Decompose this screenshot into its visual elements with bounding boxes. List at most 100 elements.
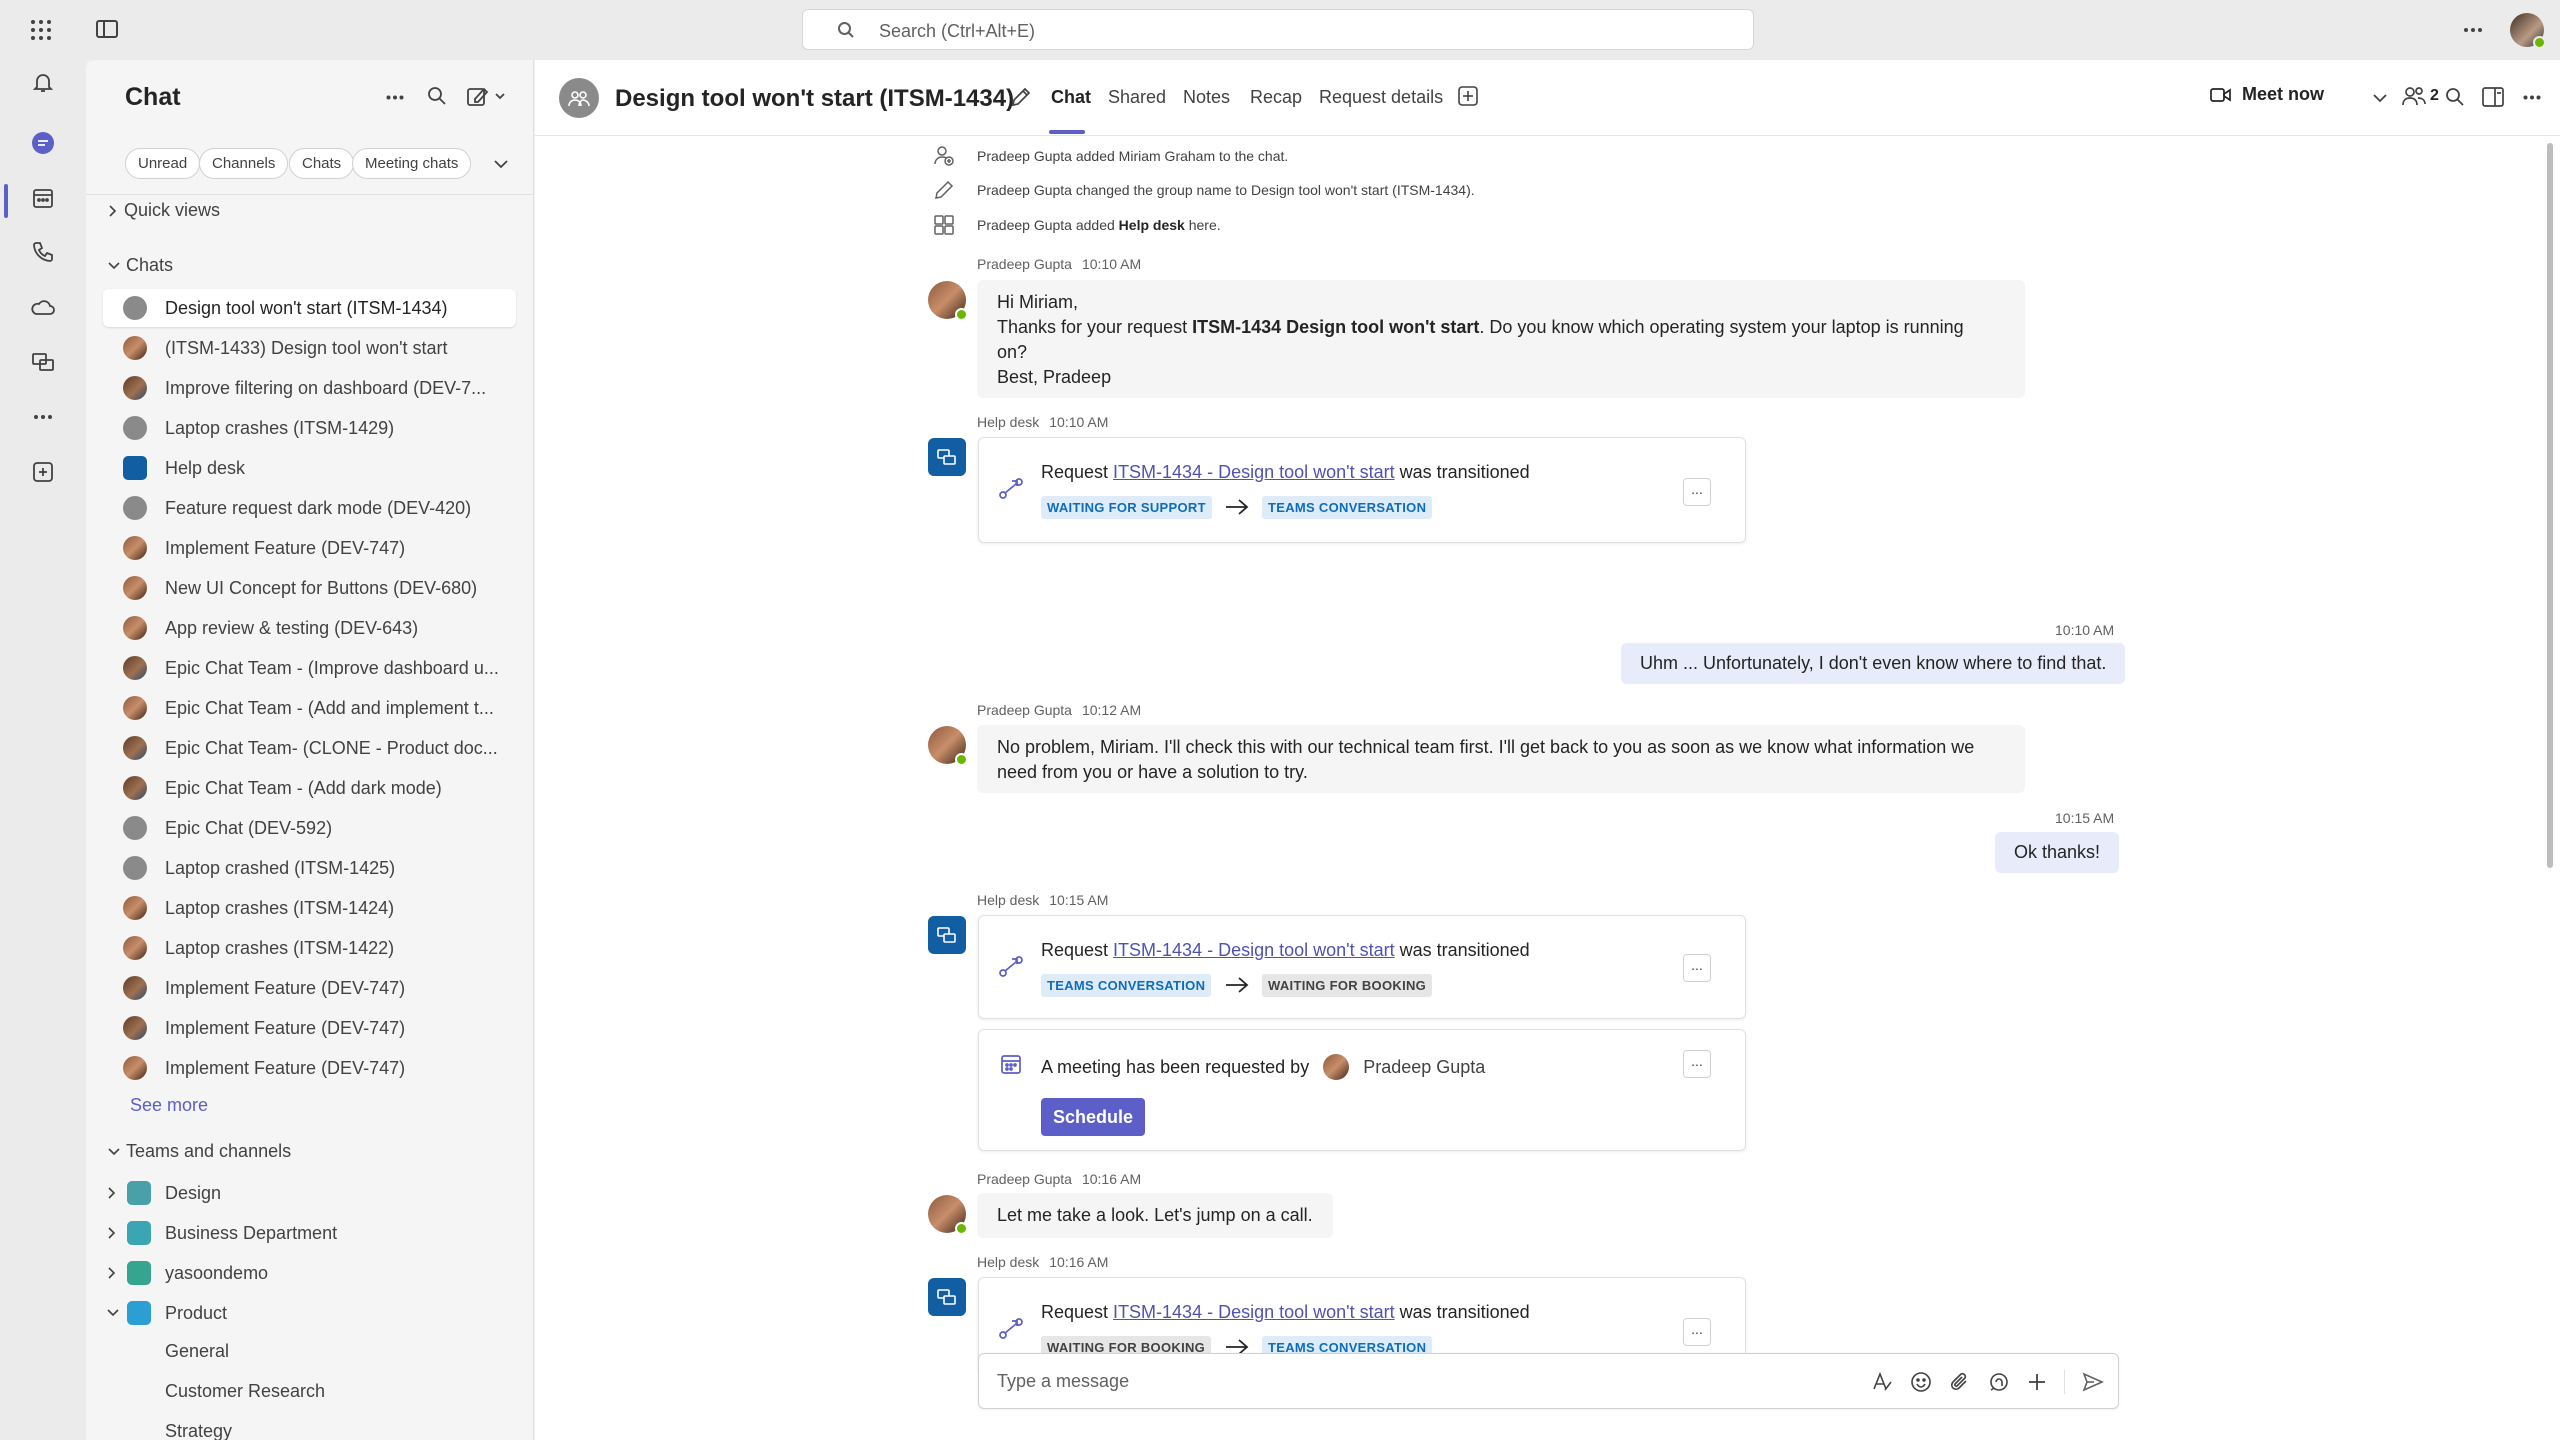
chat-list-item[interactable]: Laptop crashed (ITSM-1425) — [103, 849, 516, 887]
helpdesk-bot-avatar[interactable] — [928, 438, 966, 476]
message-bubble[interactable]: No problem, Miriam. I'll check this with… — [977, 725, 2025, 793]
filter-channels[interactable]: Channels — [199, 148, 289, 179]
status-to-badge: TEAMS CONVERSATION — [1262, 496, 1433, 519]
author-avatar[interactable] — [928, 1195, 968, 1235]
team-item-product[interactable]: Product — [103, 1294, 516, 1332]
tab-shared[interactable]: Shared — [1108, 87, 1166, 108]
card-more-button[interactable]: ... — [1683, 1318, 1711, 1346]
request-link[interactable]: ITSM-1434 - Design tool won't start — [1113, 1302, 1395, 1322]
more-apps-icon[interactable] — [22, 396, 64, 438]
message-bubble[interactable]: Hi Miriam, Thanks for your request ITSM-… — [977, 280, 2025, 398]
calendar-icon[interactable] — [22, 177, 64, 219]
edit-name-icon[interactable] — [1010, 86, 1032, 108]
search-in-chat-icon[interactable] — [2445, 87, 2465, 107]
see-more-link[interactable]: See more — [130, 1095, 208, 1116]
helpdesk-bot-avatar[interactable] — [928, 916, 966, 954]
chat-title: Epic Chat Team - (Add dark mode) — [165, 777, 442, 798]
quick-views-toggle[interactable]: Quick views — [108, 200, 220, 221]
chat-list-item[interactable]: App review & testing (DEV-643) — [103, 609, 516, 647]
card-more-button[interactable]: ... — [1683, 1050, 1711, 1078]
message-time: 10:10 AM — [1081, 256, 1142, 272]
schedule-button[interactable]: Schedule — [1041, 1098, 1145, 1136]
sidebar-toggle-icon[interactable] — [96, 20, 118, 38]
chat-list-item[interactable]: Epic Chat Team - (Improve dashboard u... — [103, 649, 516, 687]
team-item-yasoondemo[interactable]: yasoondemo — [103, 1254, 516, 1292]
participants-button[interactable]: 2 — [2401, 85, 2439, 107]
chats-section-toggle[interactable]: Chats — [108, 255, 173, 276]
chat-list-item[interactable]: Epic Chat Team - (Add dark mode) — [103, 769, 516, 807]
chat-list-item[interactable]: Implement Feature (DEV-747) — [103, 1009, 516, 1047]
chat-list-item[interactable]: Epic Chat Team - (Add and implement t... — [103, 689, 516, 727]
card-more-button[interactable]: ... — [1683, 478, 1711, 506]
team-avatar — [127, 1301, 151, 1325]
chat-list-item[interactable]: Implement Feature (DEV-747) — [103, 529, 516, 567]
teams-section-toggle[interactable]: Teams and channels — [108, 1141, 291, 1162]
chat-icon[interactable] — [22, 122, 64, 164]
chat-list-item[interactable]: Help desk — [103, 449, 516, 487]
request-link[interactable]: ITSM-1434 - Design tool won't start — [1113, 940, 1395, 960]
format-icon[interactable] — [1871, 1371, 1893, 1393]
tab-notes[interactable]: Notes — [1183, 87, 1230, 108]
add-tab-icon[interactable] — [1458, 86, 1478, 106]
chat-list-item[interactable]: Laptop crashes (ITSM-1424) — [103, 889, 516, 927]
request-link[interactable]: ITSM-1434 - Design tool won't start — [1113, 462, 1395, 482]
meet-options-chevron-icon[interactable] — [2373, 94, 2387, 103]
chat-list-item[interactable]: Epic Chat Team- (CLONE - Product doc... — [103, 729, 516, 767]
filter-unread[interactable]: Unread — [125, 148, 201, 179]
app-launcher-icon[interactable] — [30, 19, 52, 41]
team-item-business-department[interactable]: Business Department — [103, 1214, 516, 1252]
filter-chats[interactable]: Chats — [289, 148, 355, 179]
chat-list-item[interactable]: Epic Chat (DEV-592) — [103, 809, 516, 847]
settings-more-icon[interactable] — [2463, 27, 2483, 33]
person-name[interactable]: Pradeep Gupta — [1363, 1057, 1485, 1078]
more-options-icon[interactable] — [2523, 95, 2541, 100]
status-from-badge: WAITING FOR SUPPORT — [1041, 496, 1212, 519]
profile-avatar[interactable] — [2510, 13, 2546, 49]
author-avatar[interactable] — [928, 726, 968, 766]
filter-meeting-chats[interactable]: Meeting chats — [352, 148, 472, 179]
helpdesk-bot-avatar[interactable] — [928, 1278, 966, 1316]
chat-list-item[interactable]: Laptop crashes (ITSM-1429) — [103, 409, 516, 447]
tab-recap[interactable]: Recap — [1250, 87, 1302, 108]
chat-list-item[interactable]: Implement Feature (DEV-747) — [103, 969, 516, 1007]
team-name: yasoondemo — [165, 1262, 269, 1283]
send-icon[interactable] — [2082, 1371, 2104, 1393]
chat-list-item[interactable]: (ITSM-1433) Design tool won't start — [103, 329, 516, 367]
channel-item-customer-research[interactable]: Customer Research — [165, 1381, 325, 1402]
chat-list-item[interactable]: Design tool won't start (ITSM-1434) — [103, 289, 516, 327]
chat-list-item[interactable]: Feature request dark mode (DEV-420) — [103, 489, 516, 527]
team-item-design[interactable]: Design — [103, 1174, 516, 1212]
card-more-button[interactable]: ... — [1683, 954, 1711, 982]
tab-chat[interactable]: Chat — [1051, 87, 1091, 108]
more-options-icon[interactable] — [386, 95, 404, 100]
my-message-bubble[interactable]: Ok thanks! — [1995, 832, 2120, 873]
emoji-icon[interactable] — [1910, 1371, 1932, 1393]
new-chat-icon[interactable] — [466, 85, 506, 107]
activity-bell-icon[interactable] — [22, 61, 64, 103]
chat-list-item[interactable]: New UI Concept for Buttons (DEV-680) — [103, 569, 516, 607]
search-box[interactable]: Search (Ctrl+Alt+E) — [802, 9, 1754, 50]
search-chats-icon[interactable] — [427, 86, 447, 106]
tab-request-details[interactable]: Request details — [1319, 87, 1443, 108]
loop-component-icon[interactable] — [1988, 1371, 2010, 1393]
channel-item-strategy[interactable]: Strategy — [165, 1421, 232, 1440]
filter-expand-chevron-icon[interactable] — [494, 160, 508, 169]
my-message-bubble[interactable]: Uhm ... Unfortunately, I don't even know… — [1621, 643, 2126, 684]
attach-icon[interactable] — [1949, 1371, 1971, 1393]
chat-list-item[interactable]: Laptop crashes (ITSM-1422) — [103, 929, 516, 967]
add-apps-icon[interactable] — [22, 451, 64, 493]
chat-list-item[interactable]: Improve filtering on dashboard (DEV-7... — [103, 369, 516, 407]
open-side-panel-icon[interactable] — [2482, 87, 2504, 107]
chat-list-item[interactable]: Implement Feature (DEV-747) — [103, 1049, 516, 1087]
calls-icon[interactable] — [22, 231, 64, 273]
meet-now-button[interactable]: Meet now — [2210, 84, 2324, 105]
compose-box[interactable]: Type a message — [978, 1353, 2119, 1409]
helpdesk-app-icon[interactable] — [22, 341, 64, 383]
message-bubble[interactable]: Let me take a look. Let's jump on a call… — [977, 1193, 1333, 1238]
scrollbar[interactable] — [2547, 143, 2553, 868]
onedrive-icon[interactable] — [22, 286, 64, 328]
channel-item-general[interactable]: General — [165, 1341, 229, 1362]
team-name: Design — [165, 1182, 222, 1203]
add-icon[interactable] — [2027, 1372, 2047, 1392]
author-avatar[interactable] — [928, 281, 968, 321]
